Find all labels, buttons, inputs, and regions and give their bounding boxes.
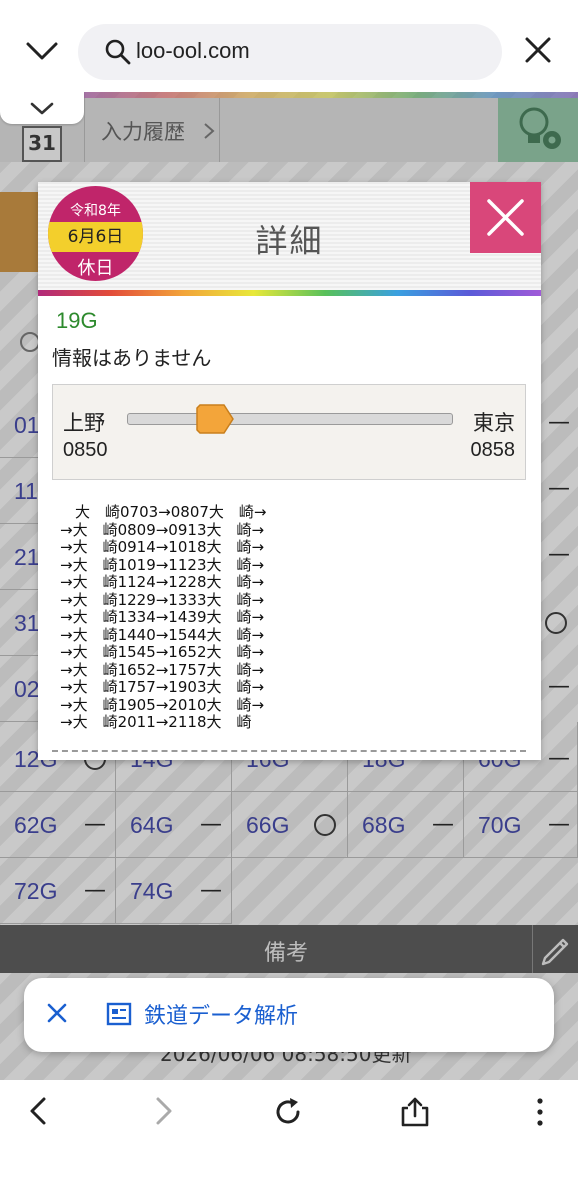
grid-cell-mark: — <box>200 812 222 837</box>
address-bar[interactable]: loo-ool.com <box>78 24 502 80</box>
lightbulb-gear-icon <box>519 107 561 149</box>
suggestion-toast[interactable]: 鉄道データ解析 <box>24 978 554 1052</box>
grid-cell-mark: — <box>432 812 454 837</box>
side-orange-tab <box>0 192 38 272</box>
timetable-line: →大 崎1757→1903大 崎→ <box>60 678 265 696</box>
chevron-down-icon[interactable] <box>22 34 62 70</box>
search-icon <box>105 39 131 65</box>
forward-icon[interactable] <box>150 1096 176 1126</box>
grid-cell[interactable]: 01 <box>0 392 40 458</box>
timetable-line: →大 崎1124→1228大 崎→ <box>60 573 265 591</box>
timetable-line: →大 崎1229→1333大 崎→ <box>60 590 265 609</box>
grid-cell-label: 70G <box>478 812 522 838</box>
timetable-line: →大 崎1334→1439大 崎→ <box>60 608 265 626</box>
timetable-line: →大 崎1652→1757大 崎→ <box>60 660 265 679</box>
timetable-line: →大 崎1019→1123大 崎→ <box>60 555 265 574</box>
grid-cell[interactable]: 21 <box>0 524 40 590</box>
grid-cell-mark: — <box>548 476 570 501</box>
grid-cell-mark: — <box>84 878 106 903</box>
more-menu-icon[interactable] <box>534 1096 546 1128</box>
timetable-line: →大 崎0914→1018大 崎→ <box>60 538 265 556</box>
radio-button[interactable] <box>20 332 40 352</box>
browser-top-bar: loo-ool.com <box>0 0 578 92</box>
timetable-line: 大 崎0703→0807大 崎→ <box>60 503 267 521</box>
history-label: 入力履歴 <box>101 120 185 144</box>
grid-cell-label: 02 <box>14 676 40 702</box>
from-time: 0850 <box>63 439 108 461</box>
grid-cell[interactable]: 11 <box>0 458 40 524</box>
detail-modal: 令和8年 6月6日 休日 詳細 19G 情報はありません 上野 東京 0850 … <box>38 182 541 760</box>
grid-cell-mark: — <box>548 674 570 699</box>
remarks-label: 備考 <box>264 941 309 966</box>
remarks-bar: 備考 <box>0 925 578 973</box>
grid-cell[interactable]: 66G <box>232 792 348 858</box>
timetable-line: →大 崎1440→1544大 崎→ <box>60 625 265 644</box>
grid-cell-mark: — <box>548 410 570 435</box>
article-icon <box>106 1002 132 1026</box>
grid-cell-label: 62G <box>14 812 58 838</box>
line-name: 19G <box>56 308 98 333</box>
settings-bulb-button[interactable] <box>498 98 578 162</box>
browser-bottom-bar <box>0 1080 578 1199</box>
edit-remarks-button[interactable] <box>532 925 578 973</box>
toast-text: 鉄道データ解析 <box>144 1004 299 1029</box>
url-text: loo-ool.com <box>136 38 250 63</box>
info-text: 情報はありません <box>52 346 212 370</box>
timetable-line: →大 崎1905→2010大 崎→ <box>60 695 265 714</box>
close-icon[interactable] <box>522 34 554 66</box>
back-icon[interactable] <box>26 1096 52 1126</box>
chevron-down-icon <box>30 102 54 115</box>
share-icon[interactable] <box>400 1096 430 1128</box>
progress-track <box>127 413 453 425</box>
timetable: 大 崎0703→0807大 崎→ →大 崎0809→0913大 崎→ →大 崎091… <box>60 503 267 732</box>
grid-cell-label: 11 <box>14 478 38 504</box>
reload-icon[interactable] <box>272 1096 304 1128</box>
timetable-line: →大 崎1545→1652大 崎→ <box>60 643 265 661</box>
grid-cell[interactable]: 64G — <box>116 792 232 858</box>
modal-close-button[interactable] <box>470 182 541 253</box>
grid-cell-mark: — <box>84 812 106 837</box>
modal-title: 詳細 <box>255 222 324 260</box>
progress-box: 上野 東京 0850 0858 <box>52 384 526 480</box>
grid-cell[interactable]: 70G — <box>464 792 578 858</box>
grid-cell[interactable]: 74G — <box>116 858 232 924</box>
grid-cell-mark: — <box>548 542 570 567</box>
grid-cell-label: 31 <box>14 610 40 636</box>
grid-cell-mark: — <box>548 812 570 837</box>
grid-cell[interactable]: 31 <box>0 590 40 656</box>
timetable-line: →大 崎2011→2118大 崎 <box>60 713 252 731</box>
pencil-icon <box>541 938 569 966</box>
calendar-icon[interactable]: 31 <box>22 126 62 162</box>
modal-rainbow-strip <box>38 290 541 296</box>
grid-cell[interactable]: 72G — <box>0 858 116 924</box>
grid-cell-label: 01 <box>14 412 40 438</box>
chevron-right-icon <box>204 123 215 139</box>
grid-cell-mark: — <box>200 878 222 903</box>
grid-cell-label: 68G <box>362 812 406 838</box>
to-time: 0858 <box>470 439 516 461</box>
grid-cell-mark: — <box>548 746 570 771</box>
to-station: 東京 <box>473 411 515 435</box>
grid-cell[interactable]: 68G — <box>348 792 464 858</box>
grid-cell-label: 64G <box>130 812 174 838</box>
modal-header: 令和8年 6月6日 休日 詳細 <box>38 182 541 290</box>
train-position-marker <box>196 404 234 434</box>
modal-divider <box>52 750 526 752</box>
grid-cell-circle <box>314 814 336 836</box>
grid-cell-label: 72G <box>14 878 58 904</box>
grid-cell-label: 74G <box>130 878 174 904</box>
grid-cell[interactable]: 02 <box>0 656 40 722</box>
close-icon <box>487 199 524 236</box>
grid-cell-label: 21 <box>14 544 40 570</box>
grid-cell-label: 66G <box>246 812 290 838</box>
grid-cell-circle <box>545 612 567 634</box>
timetable-line: →大 崎0809→0913大 崎→ <box>60 520 265 539</box>
close-icon[interactable] <box>46 1002 68 1024</box>
grid-cell[interactable]: 62G — <box>0 792 116 858</box>
history-button[interactable]: 入力履歴 <box>84 98 220 162</box>
collapse-tab[interactable] <box>0 92 84 124</box>
from-station: 上野 <box>63 411 105 435</box>
